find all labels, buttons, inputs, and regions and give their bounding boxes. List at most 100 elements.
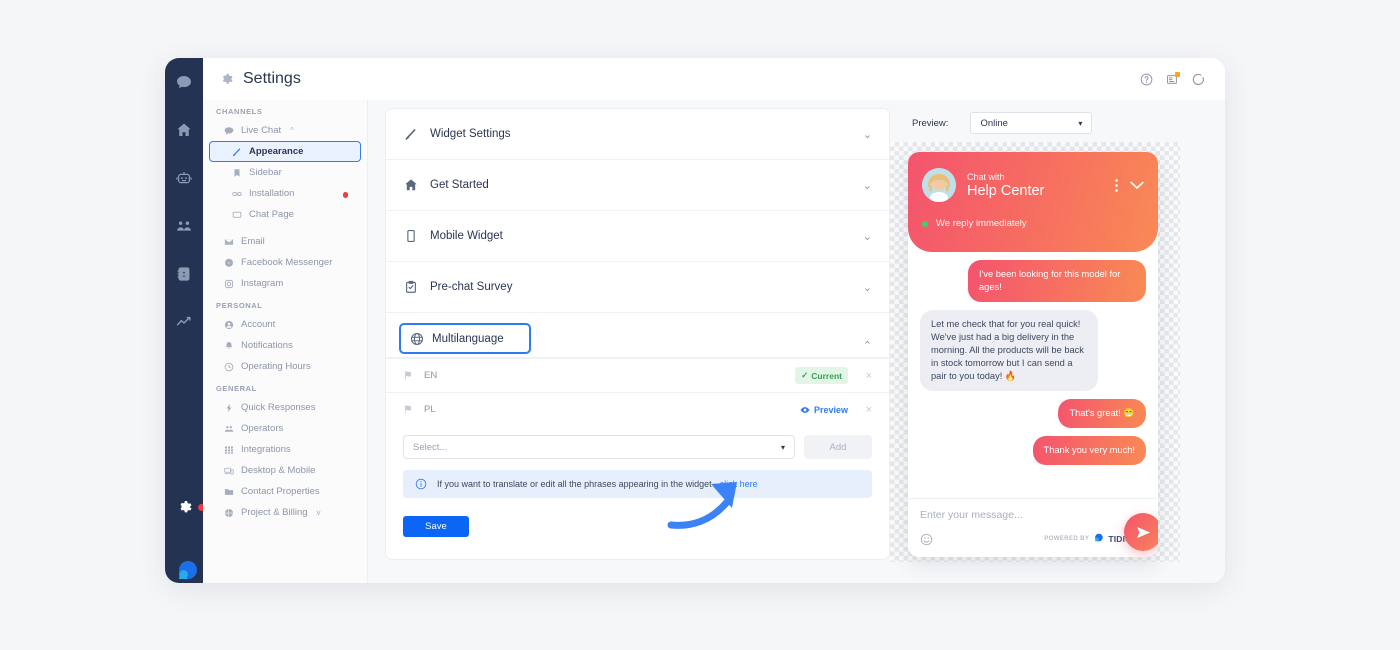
devices-icon bbox=[223, 465, 234, 476]
sidebar-item-chat-page[interactable]: Chat Page bbox=[209, 204, 361, 225]
chat-message-visitor: Thank you very much! bbox=[1032, 436, 1146, 465]
chat-header-top: Chat with Help Center bbox=[922, 168, 1144, 202]
click-here-link[interactable]: click here bbox=[720, 479, 758, 489]
sidebar-item-live-chat[interactable]: Live Chat ^ bbox=[209, 120, 361, 141]
check-icon: ✓ bbox=[801, 370, 809, 380]
section-label: Mobile Widget bbox=[430, 230, 503, 242]
add-language-button[interactable]: Add bbox=[804, 435, 872, 459]
send-button[interactable] bbox=[1124, 513, 1158, 551]
info-sentence: If you want to translate or edit all the… bbox=[437, 479, 720, 489]
emoji-icon[interactable] bbox=[920, 533, 933, 546]
sidebar-item-desktop-mobile[interactable]: Desktop & Mobile bbox=[209, 460, 361, 481]
section-mobile-widget[interactable]: Mobile Widget ⌄ bbox=[386, 211, 889, 262]
remove-language-button[interactable]: × bbox=[858, 370, 872, 382]
sidebar-item-sidebar[interactable]: Sidebar bbox=[209, 162, 361, 183]
globe-icon bbox=[409, 332, 424, 346]
chat-widget-header: Chat with Help Center We reply immediate… bbox=[908, 152, 1158, 252]
language-row-en: EN ✓ Current × bbox=[386, 358, 889, 392]
sidebar-item-appearance[interactable]: Appearance bbox=[209, 141, 361, 162]
sidebar-item-account[interactable]: Account bbox=[209, 314, 361, 335]
section-label: Multilanguage bbox=[432, 332, 504, 345]
chevron-up-icon[interactable]: ⌃ bbox=[863, 339, 872, 352]
instagram-icon bbox=[223, 278, 234, 289]
status-badge-current: ✓ Current bbox=[795, 367, 848, 384]
sidebar-item-label: Installation bbox=[249, 188, 295, 199]
sidebar-item-label: Operating Hours bbox=[241, 361, 311, 372]
language-code: PL bbox=[424, 404, 436, 415]
page-title: Settings bbox=[243, 70, 301, 87]
sidebar-item-contact-properties[interactable]: Contact Properties bbox=[209, 481, 361, 502]
section-label: Get Started bbox=[430, 179, 489, 191]
section-prechat-survey[interactable]: Pre-chat Survey ⌄ bbox=[386, 262, 889, 313]
language-select[interactable]: Select... ▾ bbox=[403, 435, 795, 459]
top-bar-left: Settings bbox=[203, 70, 301, 88]
news-icon[interactable] bbox=[1166, 71, 1180, 86]
save-button[interactable]: Save bbox=[403, 516, 469, 537]
chat-message-visitor: That's great! 😁 bbox=[1058, 399, 1146, 428]
sidebar-group-header: CHANNELS bbox=[216, 107, 263, 116]
chevron-down-icon: ⌄ bbox=[862, 179, 872, 192]
rail-item-home[interactable] bbox=[165, 106, 203, 154]
sidebar-item-label: Desktop & Mobile bbox=[241, 465, 316, 476]
sidebar-item-label: Quick Responses bbox=[241, 402, 316, 413]
chevron-down-icon: ▾ bbox=[780, 442, 785, 452]
sidebar-item-quick-responses[interactable]: Quick Responses bbox=[209, 397, 361, 418]
rail-item-contacts[interactable] bbox=[165, 250, 203, 298]
minimize-chevron-icon[interactable] bbox=[1130, 181, 1144, 190]
content-area: Settings Widget Settings ⌄ Get Started ⌄… bbox=[203, 58, 1225, 583]
chat-message-visitor: I've been looking for this model for age… bbox=[968, 260, 1146, 302]
sidebar-item-facebook-messenger[interactable]: Facebook Messenger bbox=[209, 252, 361, 273]
chat-message-input[interactable]: Enter your message... bbox=[920, 509, 1146, 521]
loading-icon[interactable] bbox=[1192, 73, 1205, 86]
rail-item-analytics[interactable] bbox=[165, 298, 203, 346]
help-icon[interactable] bbox=[1140, 73, 1153, 86]
sidebar-group-header: GENERAL bbox=[216, 384, 257, 393]
remove-language-button[interactable]: × bbox=[858, 404, 872, 416]
rail-item-chat[interactable] bbox=[165, 58, 203, 106]
folder-icon bbox=[223, 486, 234, 497]
chat-bubble-icon bbox=[223, 125, 234, 136]
powered-by-label: POWERED BY bbox=[1044, 536, 1090, 542]
flag-icon bbox=[403, 370, 414, 381]
eye-icon bbox=[800, 405, 810, 415]
brush-icon bbox=[403, 127, 418, 141]
rail-item-visitors[interactable] bbox=[165, 202, 203, 250]
gear-icon bbox=[219, 72, 233, 86]
sidebar-item-notifications[interactable]: Notifications bbox=[209, 335, 361, 356]
chat-with-label: Chat with bbox=[967, 171, 1005, 182]
preview-panel: Preview: Online ▾ Chat with Help Center … bbox=[890, 100, 1225, 583]
sidebar-group-header: PERSONAL bbox=[216, 301, 263, 310]
sidebar-item-project-billing[interactable]: Project & Billing v bbox=[209, 502, 361, 523]
sidebar-item-installation[interactable]: Installation bbox=[209, 183, 361, 204]
online-status-dot bbox=[922, 220, 928, 227]
sidebar-item-label: Chat Page bbox=[249, 209, 294, 220]
brush-icon bbox=[231, 146, 242, 157]
sidebar-item-integrations[interactable]: Integrations bbox=[209, 439, 361, 460]
section-multilanguage[interactable]: Multilanguage bbox=[399, 323, 531, 354]
sidebar-item-instagram[interactable]: Instagram bbox=[209, 273, 361, 294]
card-footer-spacer bbox=[386, 537, 889, 559]
reply-status-line: We reply immediately bbox=[922, 218, 1144, 229]
sidebar-item-label: Notifications bbox=[241, 340, 293, 351]
preview-status-select[interactable]: Online ▾ bbox=[970, 112, 1093, 134]
chat-header-titles: Chat with Help Center bbox=[967, 171, 1044, 200]
preview-language-button[interactable]: Preview bbox=[800, 405, 848, 415]
section-get-started[interactable]: Get Started ⌄ bbox=[386, 160, 889, 211]
section-multilanguage-wrapper: Multilanguage ⌃ bbox=[386, 323, 889, 358]
language-code: EN bbox=[424, 370, 438, 381]
sidebar-item-label: Account bbox=[241, 319, 276, 330]
powered-by: POWERED BY TIDIO bbox=[1044, 530, 1132, 548]
chat-messages: I've been looking for this model for age… bbox=[908, 252, 1158, 498]
bolt-icon bbox=[223, 402, 234, 413]
chevron-down-icon: v bbox=[316, 508, 321, 517]
more-options-icon[interactable] bbox=[1115, 178, 1118, 192]
info-icon bbox=[415, 478, 427, 490]
rail-item-bot[interactable] bbox=[165, 154, 203, 202]
installation-alert-dot bbox=[342, 192, 348, 198]
sidebar-item-operating-hours[interactable]: Operating Hours bbox=[209, 356, 361, 377]
section-widget-settings[interactable]: Widget Settings ⌄ bbox=[386, 109, 889, 160]
sidebar-item-operators[interactable]: Operators bbox=[209, 418, 361, 439]
sidebar-item-email[interactable]: Email bbox=[209, 231, 361, 252]
home-icon bbox=[403, 178, 418, 192]
preview-label: Preview: bbox=[912, 117, 949, 129]
